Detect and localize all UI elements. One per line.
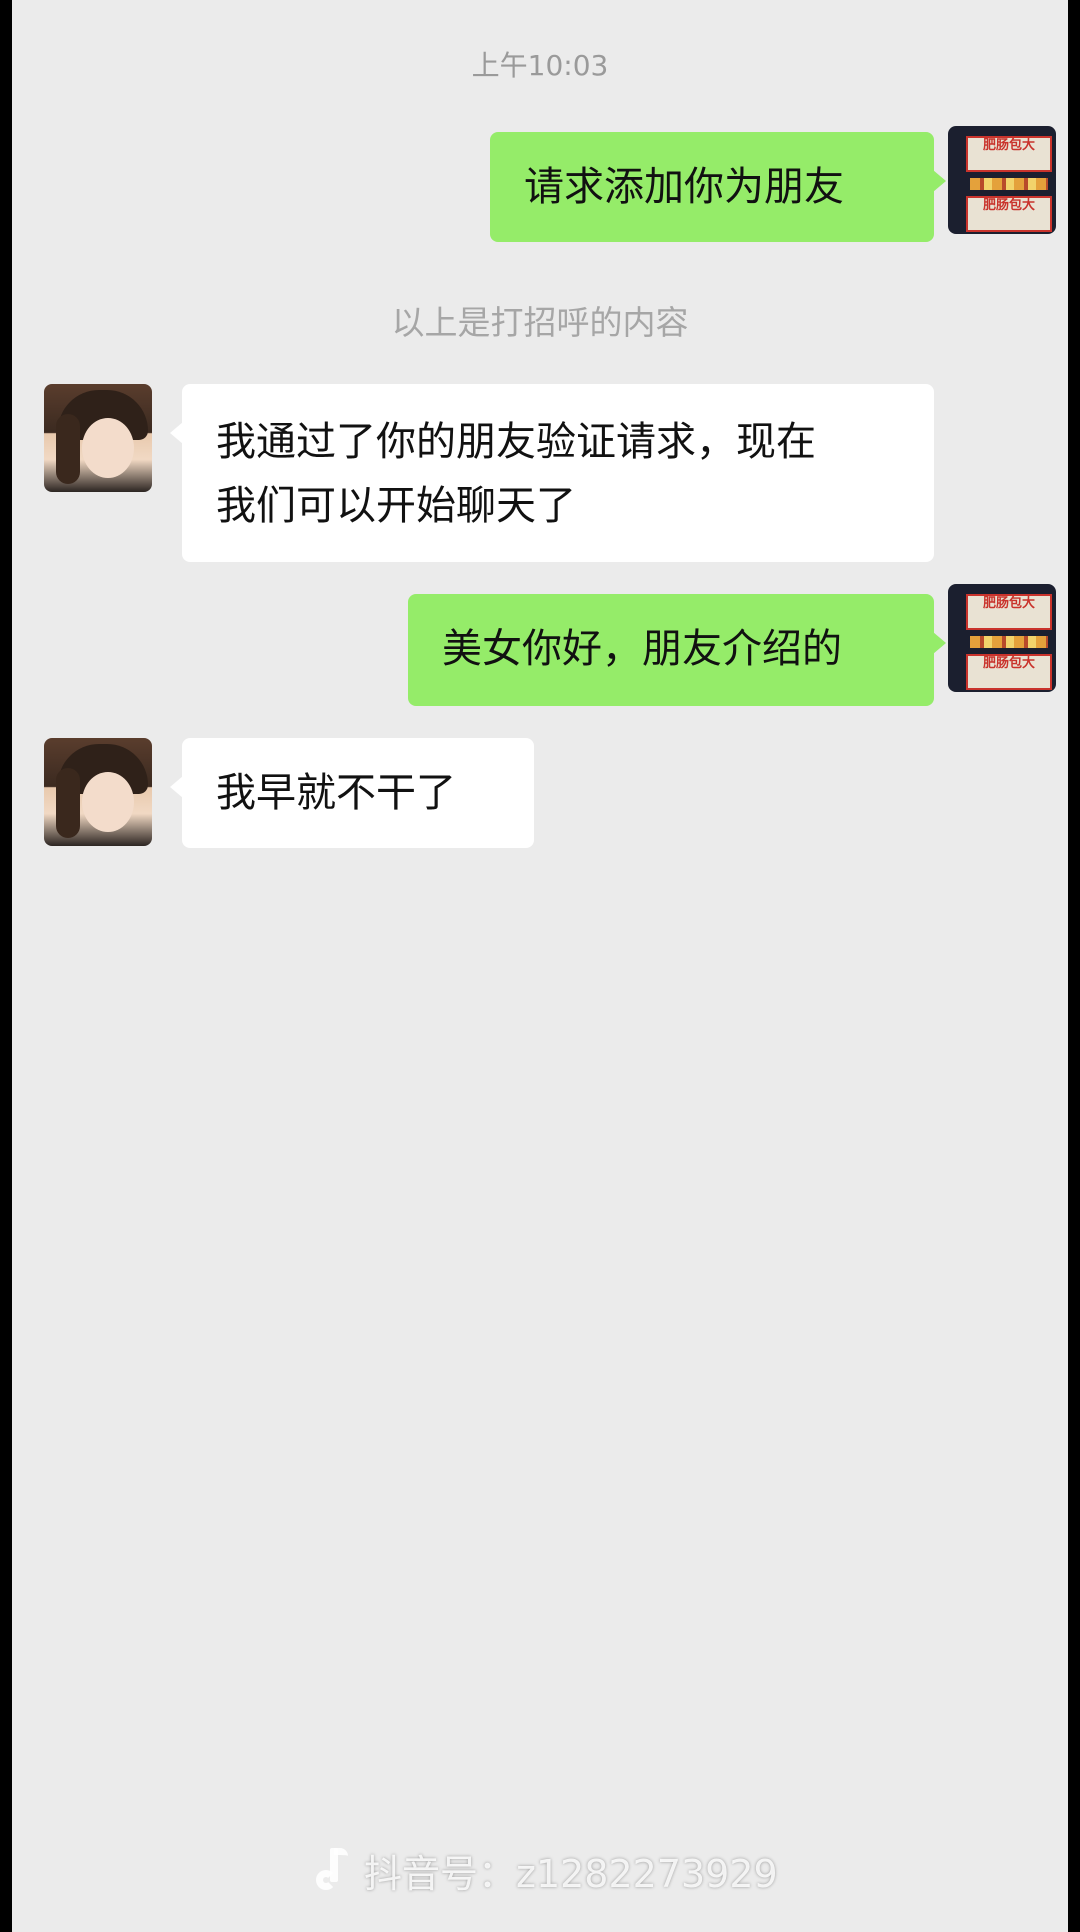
message-text: 美女你好，朋友介绍的 xyxy=(442,626,842,672)
message-text-line2: 我们可以开始聊天了 xyxy=(216,483,576,529)
sent-message-bubble[interactable]: 美女你好，朋友介绍的 xyxy=(408,594,946,706)
message-text: 请求添加你为朋友 xyxy=(524,164,844,210)
avatar-face xyxy=(82,418,134,478)
tiktok-icon xyxy=(312,1846,352,1894)
avatar-sign-lower: 肥肠包大 xyxy=(966,196,1052,232)
avatar-sign-lower: 肥肠包大 xyxy=(966,654,1052,690)
avatar-food-strip xyxy=(970,636,1048,648)
self-avatar[interactable]: 肥肠包大 肥肠包大 xyxy=(948,126,1056,234)
self-avatar[interactable]: 肥肠包大 肥肠包大 xyxy=(948,584,1056,692)
chat-screen: 上午10:03 请求添加你为朋友 肥肠包大 肥肠包大 以上是打招呼的内容 我通过… xyxy=(12,0,1068,1932)
avatar-hair-side xyxy=(56,414,80,484)
avatar-hair-side xyxy=(56,768,80,838)
avatar-food-strip xyxy=(970,178,1048,190)
received-message-bubble[interactable]: 我早就不干了 xyxy=(170,738,534,848)
contact-avatar[interactable] xyxy=(44,738,152,846)
message-text-line1: 我通过了你的朋友验证请求，现在 xyxy=(216,419,816,465)
system-greeting-note: 以上是打招呼的内容 xyxy=(391,303,689,342)
message-text: 我早就不干了 xyxy=(216,770,456,816)
avatar-face xyxy=(82,772,134,832)
received-message-bubble[interactable]: 我通过了你的朋友验证请求，现在 我们可以开始聊天了 xyxy=(170,384,934,562)
contact-avatar[interactable] xyxy=(44,384,152,492)
douyin-watermark: 抖音号：z1282273929 xyxy=(312,1840,778,1900)
avatar-sign: 肥肠包大 xyxy=(966,136,1052,172)
message-timestamp: 上午10:03 xyxy=(471,49,609,82)
sent-message-bubble[interactable]: 请求添加你为朋友 xyxy=(490,132,946,242)
avatar-sign: 肥肠包大 xyxy=(966,594,1052,630)
watermark-text: 抖音号：z1282273929 xyxy=(364,1851,778,1896)
